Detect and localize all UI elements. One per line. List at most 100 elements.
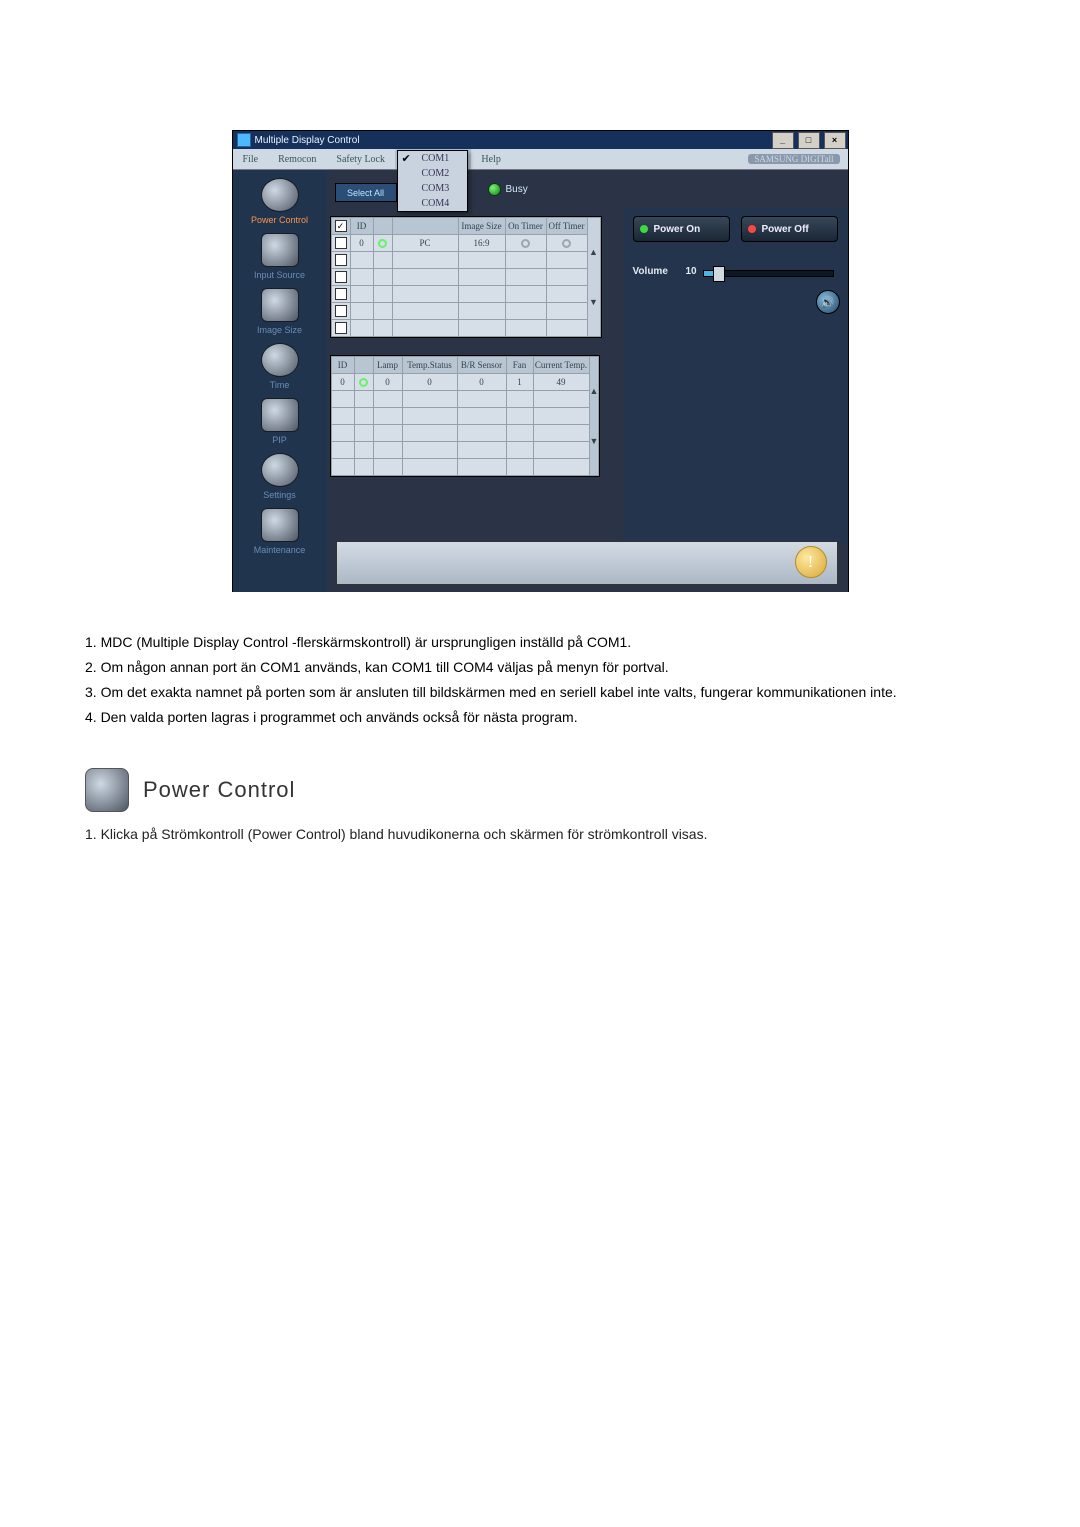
table-row[interactable]: [331, 303, 600, 320]
com-option-4[interactable]: COM4: [398, 196, 468, 211]
table-row[interactable]: [331, 252, 600, 269]
menubar: File Remocon Safety Lock Port Selection …: [233, 149, 848, 170]
screenshot-window: Multiple Display Control _ □ × File Remo…: [232, 130, 849, 592]
scrollbar[interactable]: ▲▼: [589, 357, 599, 476]
app-icon: [237, 133, 251, 147]
volume-label: Volume: [633, 266, 668, 277]
sidebar-item-image-size[interactable]: Image Size: [233, 288, 327, 335]
volume-thumb[interactable]: [713, 266, 725, 282]
row-check[interactable]: [335, 305, 347, 317]
cell-br: 0: [457, 374, 506, 391]
cell-lamp: 0: [373, 374, 402, 391]
footer-bar: !: [336, 541, 838, 585]
section-text: 1. Klicka på Strömkontroll (Power Contro…: [85, 826, 995, 842]
col-state2: [354, 357, 373, 374]
row-check[interactable]: [335, 254, 347, 266]
sidebar-item-settings[interactable]: Settings: [233, 453, 327, 500]
com-option-2[interactable]: COM2: [398, 166, 468, 181]
table-row[interactable]: 0 0 0 0 1 49: [331, 374, 599, 391]
status-on-icon: [359, 378, 368, 387]
section-header: Power Control: [85, 768, 995, 812]
sidebar-item-label: Time: [270, 380, 290, 390]
volume-value: 10: [686, 266, 697, 277]
com-label: COM2: [422, 168, 450, 179]
sidebar-item-label: Maintenance: [254, 545, 306, 555]
titlebar: Multiple Display Control _ □ ×: [233, 131, 848, 149]
sidebar-item-power-control[interactable]: Power Control: [233, 178, 327, 225]
check-icon: ✔: [402, 152, 411, 165]
cell-img: 16:9: [458, 235, 505, 252]
check-all-icon[interactable]: [335, 220, 347, 232]
notes-list: 1. MDC (Multiple Display Control -flersk…: [85, 632, 995, 728]
sidebar-item-label: PIP: [272, 435, 287, 445]
close-button[interactable]: ×: [824, 132, 846, 149]
col-on-timer: On Timer: [505, 218, 546, 235]
input-source-icon: [261, 233, 299, 267]
row-check[interactable]: [335, 322, 347, 334]
com-option-3[interactable]: COM3: [398, 181, 468, 196]
sidebar-item-input-source[interactable]: Input Source: [233, 233, 327, 280]
scrollbar[interactable]: ▲▼: [587, 218, 600, 337]
table-row[interactable]: [331, 269, 600, 286]
brand-label: SAMSUNG DIGITall: [748, 154, 839, 164]
col-brsensor: B/R Sensor: [457, 357, 506, 374]
note-2: 2. Om någon annan port än COM1 används, …: [105, 657, 995, 678]
row-check[interactable]: [335, 237, 347, 249]
minimize-button[interactable]: _: [772, 132, 794, 149]
cell-source: PC: [392, 235, 458, 252]
cell-id: 0: [350, 235, 373, 252]
row-check[interactable]: [335, 271, 347, 283]
table-row[interactable]: 0 PC 16:9: [331, 235, 600, 252]
power-off-label: Power Off: [762, 224, 809, 235]
busy-dot-icon: [488, 183, 501, 196]
warning-icon[interactable]: !: [795, 546, 827, 578]
menu-help[interactable]: Help: [471, 149, 510, 169]
sidebar-item-label: Settings: [263, 490, 296, 500]
cell-curtemp: 49: [533, 374, 589, 391]
cell-fan: 1: [506, 374, 533, 391]
busy-indicator: Busy: [488, 183, 528, 196]
sidebar-item-label: Input Source: [254, 270, 305, 280]
maximize-button[interactable]: □: [798, 132, 820, 149]
cell-id2: 0: [331, 374, 354, 391]
window-title: Multiple Display Control: [255, 135, 770, 146]
table-row[interactable]: [331, 442, 599, 459]
sidebar-item-maintenance[interactable]: Maintenance: [233, 508, 327, 555]
power-on-label: Power On: [654, 224, 701, 235]
sidebar-item-pip[interactable]: PIP: [233, 398, 327, 445]
table-row[interactable]: [331, 459, 599, 476]
menu-safety-lock[interactable]: Safety Lock: [326, 149, 395, 169]
image-size-icon: [261, 288, 299, 322]
sidebar-item-time[interactable]: Time: [233, 343, 327, 390]
power-control-section-icon: [85, 768, 129, 812]
table-row[interactable]: [331, 286, 600, 303]
power-on-button[interactable]: Power On: [633, 216, 730, 242]
menu-remocon[interactable]: Remocon: [268, 149, 326, 169]
table-row[interactable]: [331, 320, 600, 337]
col-tempstatus: Temp.Status: [402, 357, 457, 374]
row-check[interactable]: [335, 288, 347, 300]
com-label: COM1: [422, 153, 450, 164]
main-area: Select All Busy ✔COM1 COM2 COM3 COM4 ID: [327, 170, 848, 592]
table-row[interactable]: [331, 391, 599, 408]
menu-file[interactable]: File: [233, 149, 269, 169]
note-4: 4. Den valda porten lagras i programmet …: [105, 707, 995, 728]
table-row[interactable]: [331, 425, 599, 442]
col-lamp: Lamp: [373, 357, 402, 374]
speaker-icon[interactable]: 🔊: [816, 290, 840, 314]
com-label: COM4: [422, 198, 450, 209]
select-all-button[interactable]: Select All: [335, 183, 397, 202]
col-source: [392, 218, 458, 235]
col-curtemp: Current Temp.: [533, 357, 589, 374]
power-off-button[interactable]: Power Off: [741, 216, 838, 242]
com-port-menu: ✔ COM1 COM2 COM3 COM4: [397, 150, 469, 212]
col-fan: Fan: [506, 357, 533, 374]
table-row[interactable]: [331, 408, 599, 425]
status-on-icon: [378, 239, 387, 248]
com-option-1[interactable]: ✔ COM1: [398, 151, 468, 166]
cell-temp: 0: [402, 374, 457, 391]
display-grid: ID Image Size On Timer Off Timer ▲▼ 0: [330, 216, 602, 338]
status-grid: ID Lamp Temp.Status B/R Sensor Fan Curre…: [330, 355, 601, 477]
settings-icon: [261, 453, 299, 487]
col-check: [331, 218, 350, 235]
